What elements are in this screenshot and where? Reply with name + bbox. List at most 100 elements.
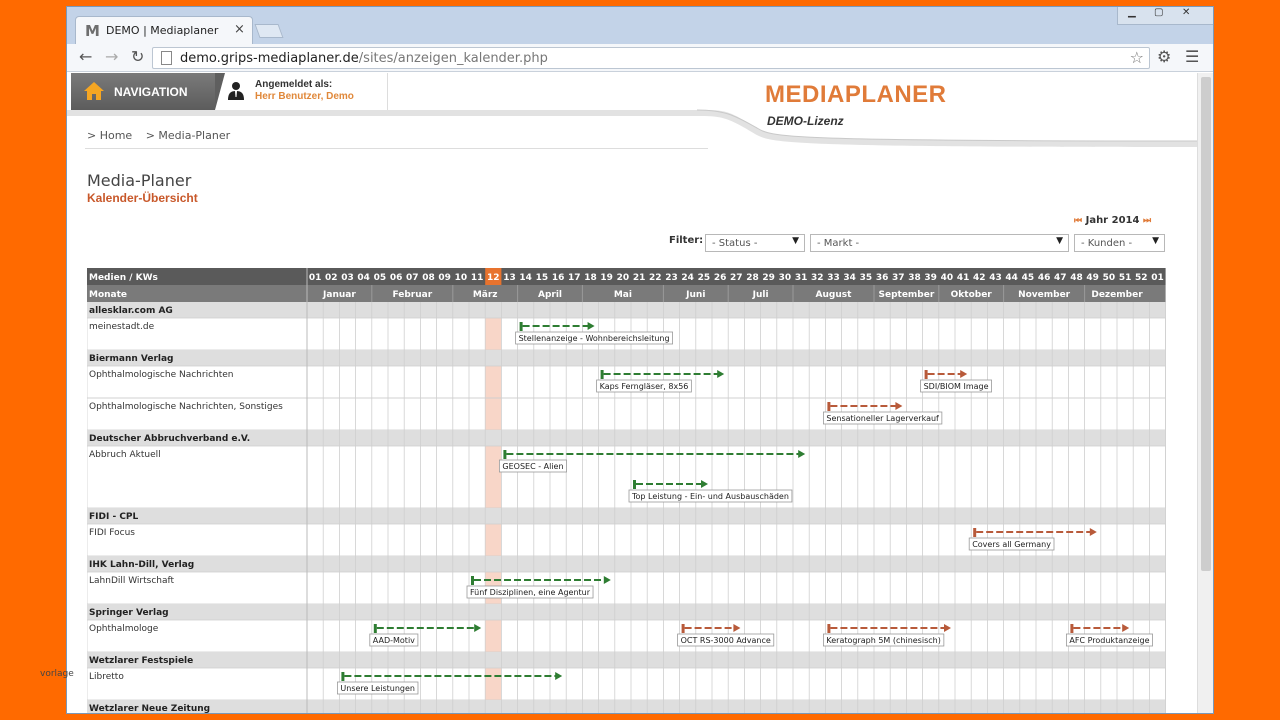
group-name: Deutscher Abbruchverband e.V.: [89, 434, 250, 444]
vertical-scrollbar[interactable]: [1197, 73, 1213, 713]
booking-label[interactable]: Keratograph 5M (chinesisch): [826, 636, 940, 645]
scrollbar-thumb[interactable]: [1201, 77, 1211, 571]
kw-label: 15: [536, 273, 549, 283]
booking-label[interactable]: GEOSEC - Alien: [502, 462, 563, 471]
booking-label[interactable]: Top Leistung - Ein- und Ausbauschäden: [631, 492, 789, 501]
booking-arrow-icon[interactable]: [1089, 528, 1097, 536]
booking-start-marker[interactable]: [827, 624, 831, 633]
user-name[interactable]: Herr Benutzer, Demo: [255, 91, 354, 102]
booking-arrow-icon[interactable]: [555, 672, 563, 680]
user-icon: [228, 82, 244, 100]
booking-arrow-icon[interactable]: [960, 370, 968, 378]
booking-arrow-icon[interactable]: [603, 576, 611, 584]
kw-label: 07: [406, 273, 419, 283]
reload-icon[interactable]: ↻: [131, 47, 144, 67]
booking-start-marker[interactable]: [519, 322, 523, 331]
market-filter-select[interactable]: - Markt - ▼: [810, 234, 1069, 252]
forward-icon[interactable]: →: [105, 47, 118, 67]
booking-arrow-icon[interactable]: [895, 402, 903, 410]
booking-start-marker[interactable]: [471, 576, 474, 585]
booking-start-marker[interactable]: [600, 370, 604, 379]
booking-label[interactable]: Unsere Leistungen: [340, 684, 415, 693]
group-name: Springer Verlag: [89, 608, 169, 618]
booking-label[interactable]: Fünf Disziplinen, eine Agentur: [470, 588, 591, 597]
status-filter-select[interactable]: - Status - ▼: [705, 234, 805, 252]
breadcrumb-media-planer[interactable]: > Media-Planer: [146, 129, 230, 142]
breadcrumb: > Home > Media-Planer: [87, 129, 240, 142]
kw-label: 23: [665, 273, 678, 283]
kw-label: 49: [1086, 273, 1099, 283]
month-label: Februar: [392, 290, 432, 300]
kw-label: 21: [633, 273, 646, 283]
booking-label[interactable]: Sensationeller Lagerverkauf: [826, 414, 939, 423]
month-label: September: [878, 290, 934, 300]
booking-label[interactable]: AAD-Motiv: [373, 636, 415, 645]
kw-label: 04: [357, 273, 370, 283]
tab-title: DEMO | Mediaplaner: [106, 24, 219, 37]
breadcrumb-home[interactable]: > Home: [87, 129, 132, 142]
booking-arrow-icon[interactable]: [587, 322, 595, 330]
kw-label: 51: [1119, 273, 1132, 283]
booking-arrow-icon[interactable]: [474, 624, 482, 632]
booking-start-marker[interactable]: [373, 624, 377, 633]
kw-label: 35: [860, 273, 873, 283]
booking-label[interactable]: AFC Produktanzeige: [1069, 636, 1149, 645]
kw-label: 39: [924, 273, 937, 283]
browser-tab[interactable]: M DEMO | Mediaplaner ×: [75, 16, 253, 44]
customer-filter-select[interactable]: - Kunden - ▼: [1074, 234, 1165, 252]
booking-start-marker[interactable]: [1070, 624, 1074, 633]
booking-start-marker[interactable]: [633, 480, 636, 489]
previous-year-icon[interactable]: ⏮: [1074, 216, 1082, 226]
browser-toolbar: ← → ↻ demo.grips-mediaplaner.de/sites/an…: [67, 44, 1213, 72]
close-window-icon[interactable]: ✕: [1182, 7, 1190, 18]
minimize-icon[interactable]: ▁: [1128, 7, 1136, 18]
booking-arrow-icon[interactable]: [733, 624, 741, 632]
address-bar[interactable]: demo.grips-mediaplaner.de/sites/anzeigen…: [152, 47, 1150, 69]
booking-arrow-icon[interactable]: [798, 450, 806, 458]
booking-arrow-icon[interactable]: [944, 624, 951, 632]
kw-label: 43: [989, 273, 1002, 283]
media-name: Libretto: [89, 672, 124, 682]
kw-label: 02: [325, 273, 338, 283]
booking-label[interactable]: Kaps Ferngläser, 8x56: [600, 382, 689, 391]
booking-start-marker[interactable]: [341, 672, 345, 681]
close-icon[interactable]: ×: [234, 22, 245, 37]
booking-arrow-icon[interactable]: [1122, 624, 1130, 632]
kw-label: 50: [1103, 273, 1116, 283]
maximize-icon[interactable]: ▢: [1154, 7, 1163, 18]
media-calendar: Medien / KWs Monate 01 02 03 04 05 06 07 08 09 10 11…: [87, 268, 1167, 713]
booking-label[interactable]: Covers all Germany: [972, 540, 1051, 549]
kw-label: 18: [584, 273, 597, 283]
kw-label: 17: [568, 273, 581, 283]
month-label: Juni: [685, 290, 705, 300]
menu-icon[interactable]: ☰: [1185, 47, 1199, 67]
gear-icon[interactable]: ⚙: [1157, 47, 1171, 67]
kw-label: 20: [617, 273, 630, 283]
month-label: April: [538, 290, 562, 300]
booking-arrow-icon[interactable]: [717, 370, 725, 378]
home-icon: [84, 82, 104, 100]
next-year-icon[interactable]: ⏭: [1143, 216, 1151, 226]
month-label: Oktober: [951, 290, 993, 300]
new-tab-button[interactable]: [254, 24, 284, 38]
booking-start-marker[interactable]: [681, 624, 685, 633]
kw-label: 19: [600, 273, 613, 283]
booking-start-marker[interactable]: [973, 528, 977, 537]
kw-label: 31: [795, 273, 808, 283]
kw-label: 06: [390, 273, 403, 283]
kw-label: 25: [698, 273, 711, 283]
star-icon[interactable]: ☆: [1130, 48, 1144, 67]
web-page: NAVIGATION Angemeldet als: Herr Benutzer…: [67, 73, 1197, 713]
group-name: Wetzlarer Festspiele: [89, 656, 193, 666]
booking-start-marker[interactable]: [503, 450, 507, 459]
booking-label[interactable]: SDI/BIOM Image: [924, 382, 989, 391]
booking-label[interactable]: Stellenanzeige - Wohnbereichsleitung: [519, 334, 670, 343]
booking-label[interactable]: OCT RS-3000 Advance: [681, 636, 771, 645]
kw-label: 29: [762, 273, 775, 283]
month-label: August: [816, 290, 853, 300]
back-icon[interactable]: ←: [79, 47, 92, 67]
booking-arrow-icon[interactable]: [701, 480, 708, 488]
booking-start-marker[interactable]: [827, 402, 831, 411]
booking-start-marker[interactable]: [924, 370, 928, 379]
navigation-button[interactable]: NAVIGATION: [71, 73, 215, 110]
